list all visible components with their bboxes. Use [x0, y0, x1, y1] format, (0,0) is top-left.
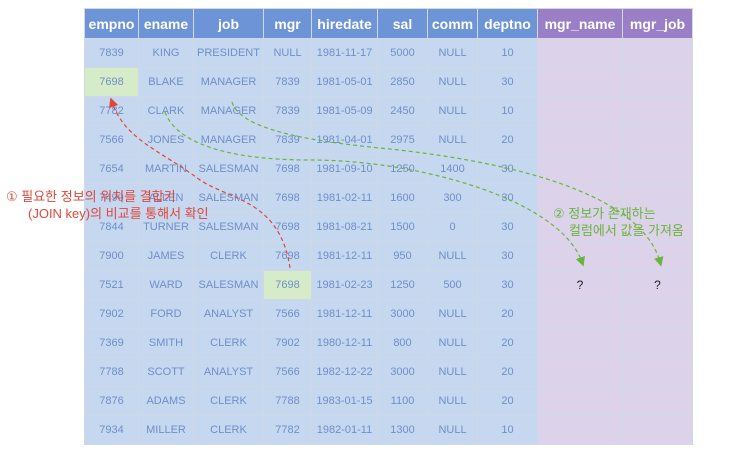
annotation-step1-line2: (JOIN key)의 비교를 통해서 확인: [28, 206, 209, 221]
annotation-step2-line1: ② 정보가 존재하는: [553, 206, 656, 221]
annotation-step1-line1: ① 필요한 정보의 위치를 결합키: [6, 189, 176, 204]
join-key-annotation: ① 필요한 정보의 위치를 결합키 (JOIN key)의 비교를 통해서 확인: [6, 188, 209, 222]
mgr-name-arrow: [164, 111, 585, 267]
annotation-step2-line2: 컬럼에서 값을 가져옴: [569, 223, 684, 238]
fetch-value-annotation: ② 정보가 존재하는 컬럼에서 값을 가져옴: [553, 205, 684, 239]
join-key-arrow: [109, 97, 291, 269]
